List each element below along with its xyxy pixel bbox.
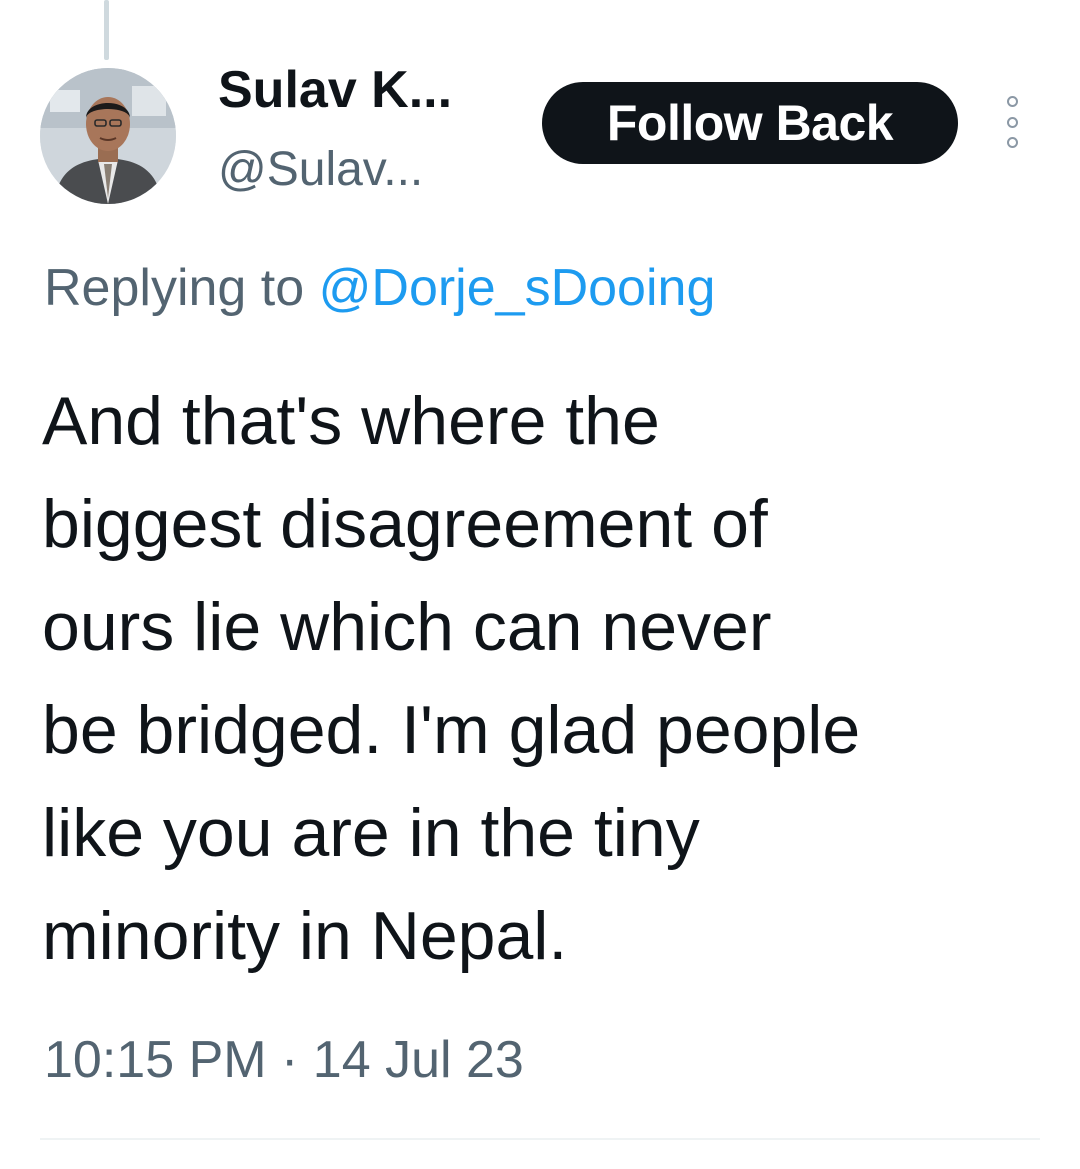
profile-photo-icon bbox=[40, 68, 176, 204]
more-dot bbox=[1006, 137, 1018, 148]
thread-connector-line bbox=[104, 0, 109, 60]
author-handle[interactable]: @Sulav... bbox=[218, 140, 423, 200]
more-dot bbox=[1006, 116, 1018, 128]
replying-to-mention-link[interactable]: @Dorje_sDooing bbox=[319, 259, 716, 317]
avatar[interactable] bbox=[40, 68, 176, 204]
more-dot bbox=[1006, 96, 1018, 107]
tweet-timestamp[interactable]: 10:15 PM · 14 Jul 23 bbox=[44, 1024, 524, 1096]
follow-back-button[interactable]: Follow Back bbox=[542, 82, 958, 164]
tweet-detail: Sulav K... @Sulav... Follow Back Replyin… bbox=[0, 0, 1080, 1169]
more-options-icon[interactable] bbox=[996, 96, 1028, 148]
replying-to-line: Replying to @Dorje_sDooing bbox=[44, 252, 715, 324]
divider bbox=[40, 1138, 1040, 1140]
tweet-text: And that's where the biggest disagreemen… bbox=[42, 383, 861, 974]
author-display-name[interactable]: Sulav K... bbox=[218, 58, 452, 122]
replying-to-prefix: Replying to bbox=[44, 259, 305, 317]
